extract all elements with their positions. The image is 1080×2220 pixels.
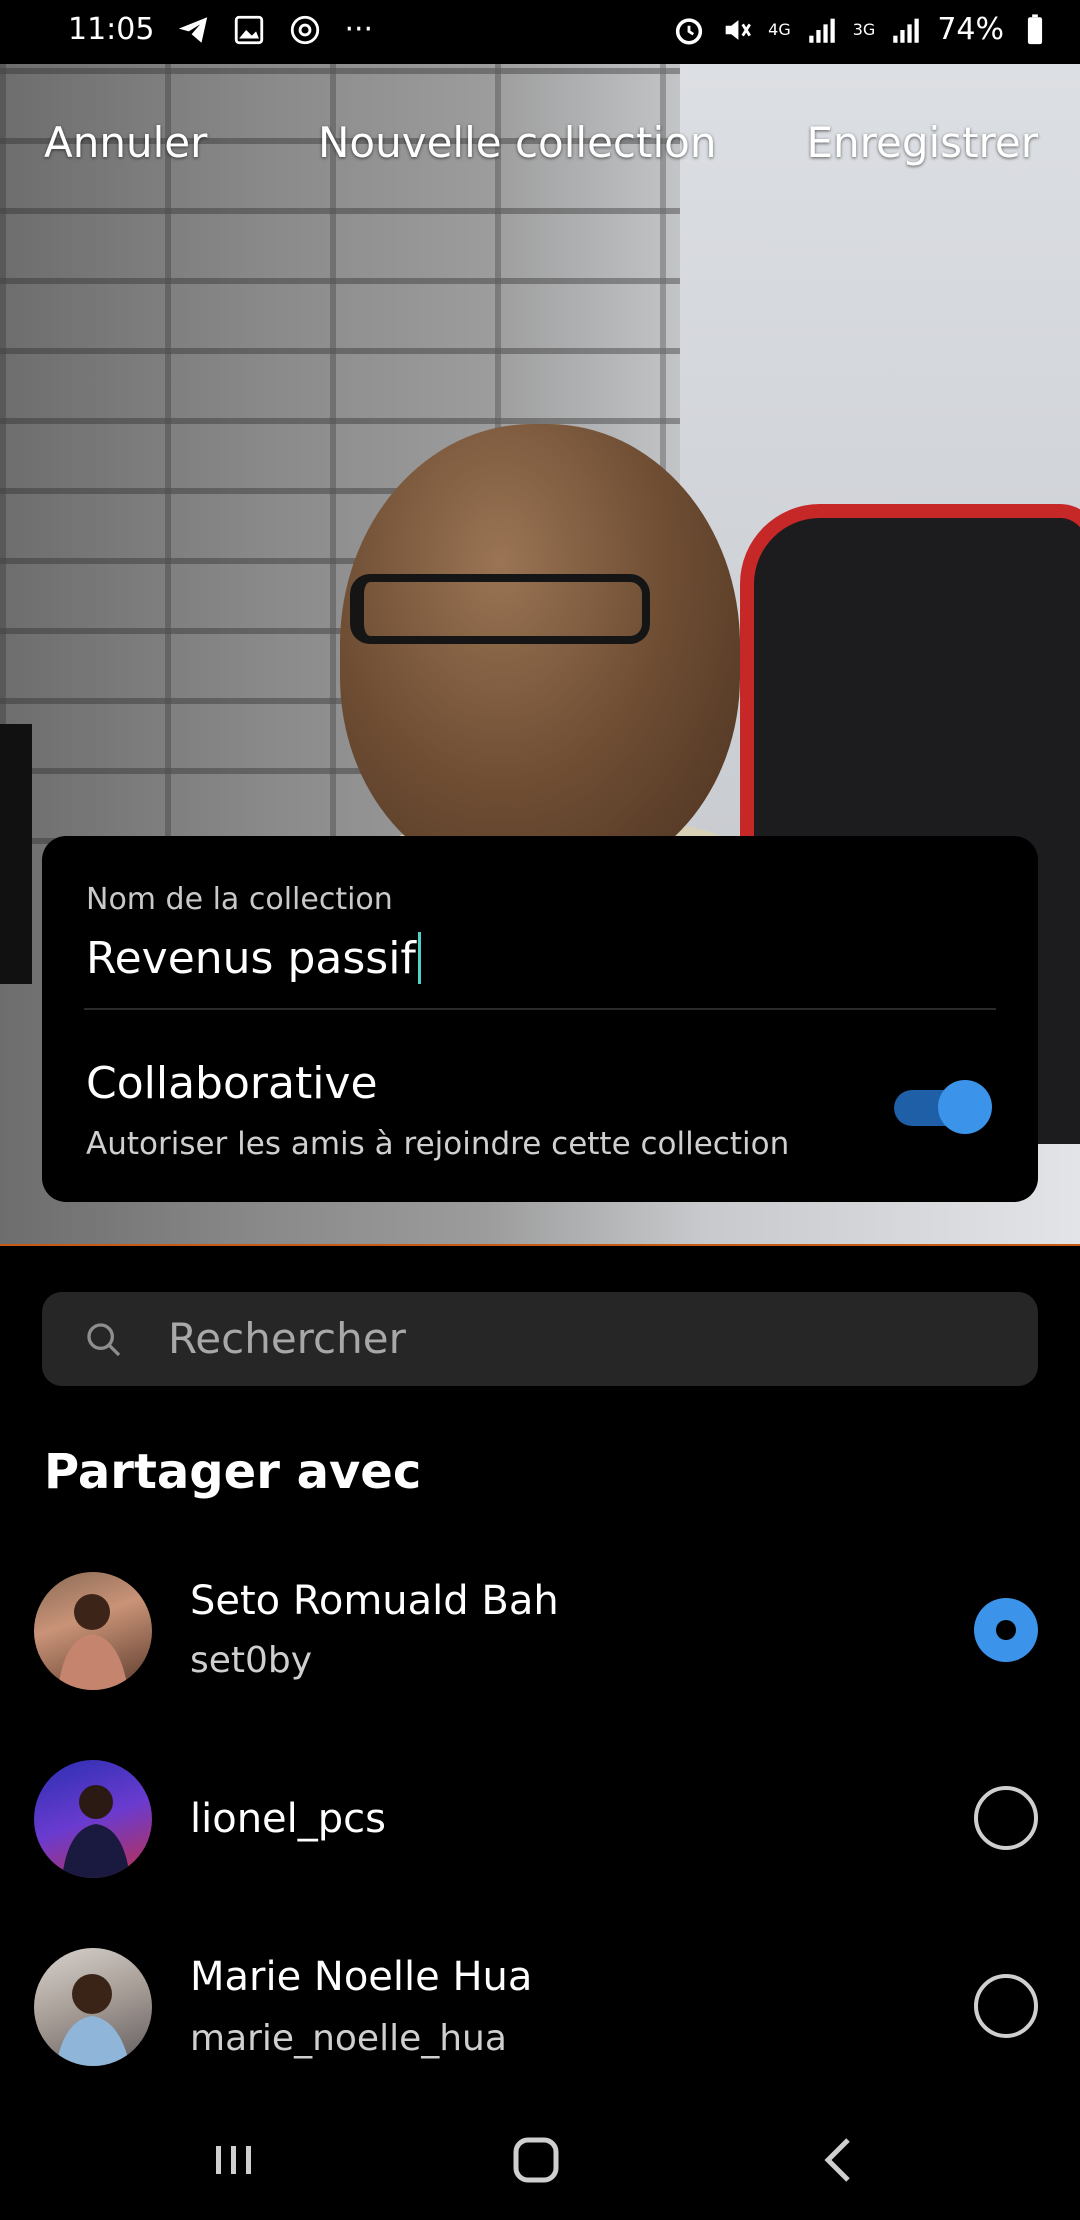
battery-percent: 74% bbox=[937, 12, 1004, 47]
collection-name-input[interactable]: Revenus passif bbox=[86, 932, 421, 984]
search-placeholder: Rechercher bbox=[168, 1314, 406, 1363]
divider bbox=[84, 1008, 996, 1010]
contact-name: Seto Romuald Bah bbox=[190, 1578, 559, 1624]
alarm-icon bbox=[676, 17, 703, 45]
search-input[interactable]: Rechercher bbox=[42, 1292, 1038, 1386]
battery-icon bbox=[1027, 13, 1043, 44]
signal-icon-1 bbox=[808, 18, 835, 43]
collaborative-title: Collaborative bbox=[86, 1058, 378, 1109]
avatar bbox=[34, 1760, 152, 1878]
save-button[interactable]: Enregistrer bbox=[807, 118, 1038, 167]
list-item[interactable]: lionel_pcs bbox=[0, 1760, 1080, 1910]
recent-apps-icon[interactable] bbox=[204, 2130, 264, 2190]
contact-name: lionel_pcs bbox=[190, 1796, 386, 1842]
more-notifications-icon: ··· bbox=[344, 12, 374, 47]
select-radio[interactable] bbox=[974, 1974, 1038, 2038]
status-bar-right: 4G 3G 74% bbox=[672, 12, 1052, 47]
system-navigation-bar bbox=[0, 2090, 1080, 2220]
glasses bbox=[350, 574, 650, 644]
back-icon[interactable] bbox=[810, 2130, 870, 2190]
list-item[interactable]: Seto Romuald Bah set0by bbox=[0, 1572, 1080, 1722]
toggle-knob bbox=[938, 1080, 992, 1134]
share-section-title: Partager avec bbox=[44, 1444, 422, 1500]
collaborative-description: Autoriser les amis à rejoindre cette col… bbox=[86, 1126, 790, 1162]
orange-banner bbox=[0, 1244, 1080, 1246]
cancel-button[interactable]: Annuler bbox=[44, 118, 207, 167]
status-time: 11:05 bbox=[68, 12, 155, 47]
select-radio[interactable] bbox=[974, 1598, 1038, 1662]
list-item[interactable]: Marie Noelle Hua marie_noelle_hua bbox=[0, 1948, 1080, 2098]
home-icon[interactable] bbox=[506, 2130, 566, 2190]
telegram-icon bbox=[179, 16, 208, 43]
search-icon bbox=[87, 1323, 121, 1357]
dark-panel bbox=[0, 724, 32, 984]
avatar bbox=[34, 1948, 152, 2066]
signal-icon-2 bbox=[893, 18, 920, 43]
collection-name-value: Revenus passif bbox=[86, 932, 416, 984]
gallery-icon bbox=[235, 15, 264, 44]
mute-icon bbox=[725, 19, 752, 40]
person-head bbox=[340, 424, 740, 884]
collaborative-toggle[interactable] bbox=[894, 1080, 992, 1136]
network-type-1: 4G bbox=[768, 19, 791, 39]
status-bar-left: 11:05 ··· bbox=[68, 12, 373, 47]
status-bar: 11:05 ··· 4G 3G 74% bbox=[0, 0, 1080, 64]
collection-name-label: Nom de la collection bbox=[86, 882, 393, 917]
network-type-2: 3G bbox=[852, 19, 876, 39]
avatar bbox=[34, 1572, 152, 1690]
select-radio[interactable] bbox=[974, 1786, 1038, 1850]
threads-icon bbox=[291, 15, 320, 44]
contact-username: marie_noelle_hua bbox=[190, 2018, 507, 2059]
contact-name: Marie Noelle Hua bbox=[190, 1954, 533, 2000]
text-cursor bbox=[417, 932, 421, 984]
collection-form-card: Nom de la collection Revenus passif Coll… bbox=[42, 836, 1038, 1202]
page-title: Nouvelle collection bbox=[318, 118, 717, 167]
contact-username: set0by bbox=[190, 1640, 313, 1681]
